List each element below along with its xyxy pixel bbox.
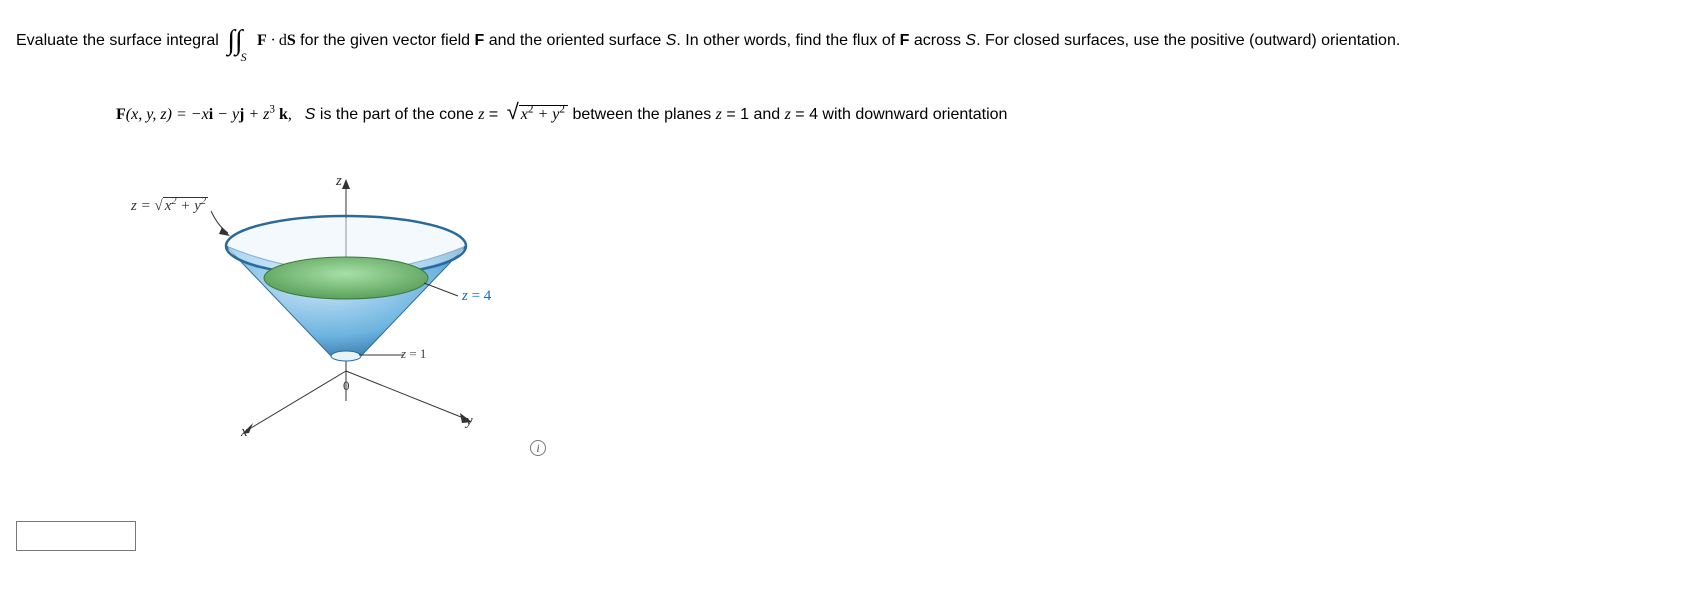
integrand: F · dS <box>257 32 296 49</box>
double-integral-symbol: ∫∫S <box>227 10 248 72</box>
z-axis-label: z <box>336 173 342 190</box>
surface-desc-1: S is the part of the cone z = <box>296 106 503 123</box>
intro-text-2: for the given vector field F and the ori… <box>300 32 1400 49</box>
problem-statement: Evaluate the surface integral ∫∫S F · dS… <box>16 10 1665 72</box>
z1-plane-label: z = 1 <box>401 346 426 362</box>
vector-field-definition: F(x, y, z) = −xi − yj + z3 k, S is the p… <box>116 92 1665 132</box>
surface-desc-2: between the planes z = 1 and z = 4 with … <box>572 106 1007 123</box>
cone-svg <box>146 171 566 451</box>
y-axis-label: y <box>466 413 473 430</box>
sqrt-expression: √x2 + y2 <box>503 92 568 132</box>
field-equation: F(x, y, z) = −xi − yj + z3 k, <box>116 106 296 123</box>
z4-plane-label: z = 4 <box>462 288 491 305</box>
info-icon[interactable]: i <box>530 440 546 456</box>
answer-input[interactable] <box>16 521 136 551</box>
cone-equation-label: z = √x2 + y2 <box>131 196 208 215</box>
x-axis-label: x <box>241 424 248 441</box>
cone-figure: z = √x2 + y2 z z = 4 z = 1 0 x y i <box>146 171 566 451</box>
intro-text-1: Evaluate the surface integral <box>16 32 223 49</box>
origin-label: 0 <box>343 378 350 394</box>
